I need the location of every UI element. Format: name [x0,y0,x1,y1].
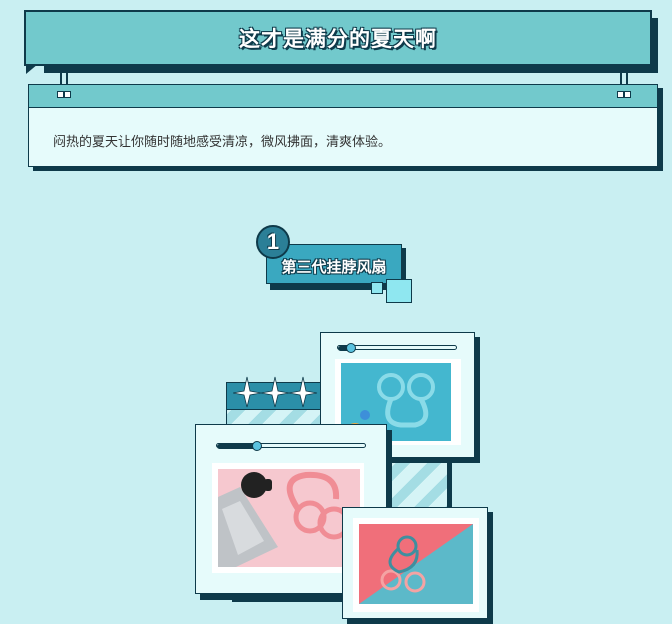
section-number-badge: 1 [256,225,290,259]
deco-square-large [386,279,412,303]
pink-fan-photo [218,469,360,567]
hanger-clip-right [617,91,624,98]
section-number: 1 [266,229,280,254]
sparkle-stars-icon [233,376,318,408]
intro-card: 闷热的夏天让你随时随地感受清凉，微风拂面，清爽体验。 [28,84,658,167]
slider-fill [217,444,257,449]
frame-left-slider[interactable] [216,443,366,449]
slider-knob[interactable] [346,343,357,353]
banner-tail [26,64,38,74]
section-label: 第三代挂脖风扇 [281,258,387,276]
intro-text: 闷热的夏天让你随时随地感受清凉，微风拂面，清爽体验。 [53,134,392,149]
slider-knob[interactable] [251,441,262,451]
title-banner: 这才是满分的夏天啊 [24,10,652,66]
split-fan-photo [359,524,473,604]
hanger-clip-left-front [57,91,64,98]
banner-title: 这才是满分的夏天啊 [239,28,437,51]
hanger-clip-right-2 [624,91,631,98]
photo-frame-bottom [342,507,488,619]
card-header-strip [29,85,657,108]
hanger-clip-left-front-2 [64,91,71,98]
deco-square-small [371,282,383,294]
